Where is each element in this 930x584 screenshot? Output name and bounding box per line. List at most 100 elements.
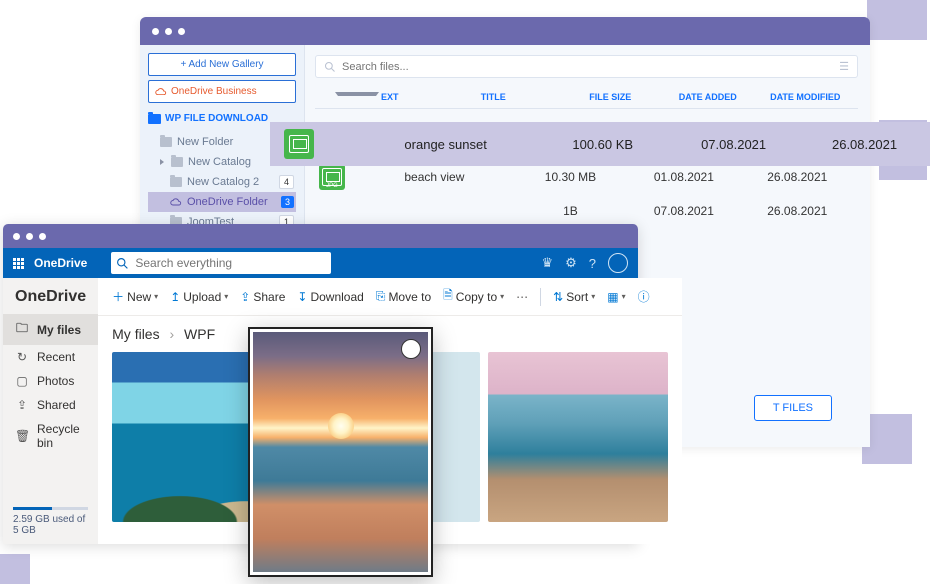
file-size: 10.30 MB	[514, 170, 627, 184]
sidebar-label: My files	[37, 323, 81, 337]
tree-badge: 3	[281, 196, 294, 208]
tree-item-onedrive-folder[interactable]: OneDrive Folder 3	[148, 192, 296, 212]
sidebar-title: OneDrive	[3, 288, 98, 314]
col-header-ext[interactable]: EXT	[381, 92, 425, 102]
info-button[interactable]: ⓘ	[634, 286, 654, 307]
onedrive-sidebar: OneDrive 🗀 My files ↻ Recent ▢ Photos ⇪ …	[3, 278, 98, 544]
storage-usage: 2.59 GB used of 5 GB	[3, 507, 98, 536]
file-modified: 26.08.2021	[741, 204, 854, 218]
breadcrumb-current: WPF	[184, 326, 215, 342]
search-files-row[interactable]: ☰	[315, 55, 858, 78]
sidebar-item-my-files[interactable]: 🗀 My files	[3, 314, 98, 345]
filter-icon[interactable]: ☰	[839, 60, 849, 73]
sort-icon: ⇅	[553, 290, 563, 304]
tree-label: New Catalog 2	[187, 176, 259, 188]
folder-icon	[170, 177, 182, 187]
chevron-down-icon: ▾	[224, 292, 228, 301]
sidebar-label: Shared	[37, 398, 76, 412]
tree-item-new-catalog-2[interactable]: New Catalog 2 4	[148, 172, 296, 192]
btn-label: Upload	[183, 290, 221, 304]
btn-label: New	[127, 290, 151, 304]
col-header-size[interactable]: FILE SIZE	[562, 92, 660, 102]
window-dot	[165, 28, 172, 35]
sort-button[interactable]: ⇅Sort▾	[549, 288, 599, 306]
download-icon: ↧	[297, 290, 307, 304]
caret-right-icon	[160, 159, 164, 165]
col-header-added[interactable]: DATE ADDED	[659, 92, 757, 102]
chevron-down-icon: ▾	[500, 292, 504, 301]
storage-bar	[13, 507, 88, 510]
sidebar-item-recycle-bin[interactable]: 🗑 Recycle bin	[3, 417, 98, 455]
cloud-icon	[170, 197, 182, 207]
window-titlebar[interactable]	[3, 224, 638, 248]
sidebar-item-recent[interactable]: ↻ Recent	[3, 345, 98, 369]
sidebar-item-shared[interactable]: ⇪ Shared	[3, 393, 98, 417]
add-new-gallery-button[interactable]: + Add New Gallery	[148, 53, 296, 76]
search-icon	[324, 61, 336, 73]
file-title: orange sunset	[354, 137, 537, 152]
search-files-input[interactable]	[342, 61, 833, 73]
file-modified: 26.08.2021	[799, 137, 930, 152]
window-titlebar[interactable]	[140, 17, 870, 45]
sidebar-item-photos[interactable]: ▢ Photos	[3, 369, 98, 393]
decoration	[0, 554, 30, 584]
file-title: beach view	[355, 170, 514, 184]
share-button[interactable]: ⇪Share	[236, 288, 289, 306]
file-added: 07.08.2021	[627, 204, 740, 218]
premium-icon[interactable]: ♛	[541, 255, 553, 271]
recent-icon: ↻	[15, 350, 29, 364]
folder-icon	[148, 114, 161, 124]
file-modified: 26.08.2021	[741, 170, 854, 184]
folder-icon	[171, 157, 183, 167]
chevron-down-icon: ▾	[622, 292, 626, 301]
search-everything-input[interactable]	[111, 252, 331, 274]
sun-icon	[328, 413, 354, 439]
breadcrumb-separator: ›	[169, 326, 174, 342]
view-button[interactable]: ▦▾	[603, 288, 629, 306]
onedrive-business-label: OneDrive Business	[171, 86, 257, 97]
wp-title-label: WP FILE DOWNLOAD	[165, 113, 268, 124]
file-row-highlighted[interactable]: orange sunset 100.60 KB 07.08.2021 26.08…	[270, 122, 930, 166]
more-actions-button[interactable]: ⋯	[512, 290, 532, 304]
new-button[interactable]: ＋New▾	[108, 286, 162, 307]
file-chip-label: JPG	[319, 183, 345, 189]
breadcrumb-root[interactable]: My files	[112, 326, 159, 342]
col-header-modified[interactable]: DATE MODIFIED	[757, 92, 855, 102]
window-dot	[13, 233, 20, 240]
btn-label: Share	[253, 290, 285, 304]
move-to-button[interactable]: ⎘Move to	[372, 287, 435, 306]
thumbnail-item[interactable]	[488, 352, 668, 522]
btn-label: Copy to	[456, 290, 497, 304]
col-header-title[interactable]: TITLE	[425, 92, 562, 102]
window-dot	[39, 233, 46, 240]
cloud-icon	[155, 88, 167, 96]
sort-caret-icon[interactable]	[335, 92, 379, 96]
settings-icon[interactable]: ⚙	[565, 255, 577, 271]
help-icon[interactable]: ?	[589, 256, 596, 271]
window-dot	[152, 28, 159, 35]
selected-image-preview[interactable]	[248, 327, 433, 577]
toolbar-separator	[540, 288, 541, 306]
copy-to-button[interactable]: 🗎Copy to▾	[439, 284, 508, 309]
upload-button[interactable]: ↥Upload▾	[166, 288, 232, 306]
select-files-button[interactable]: T FILES	[754, 395, 832, 421]
chevron-down-icon: ▾	[591, 292, 595, 301]
files-table-header: EXT TITLE FILE SIZE DATE ADDED DATE MODI…	[315, 86, 858, 109]
avatar[interactable]	[608, 253, 628, 273]
file-type-chip: JPG	[319, 164, 345, 190]
chevron-down-icon: ▾	[154, 292, 158, 301]
info-icon: ⓘ	[638, 288, 650, 305]
download-button[interactable]: ↧Download	[293, 288, 367, 306]
trash-icon: 🗑	[15, 429, 29, 443]
onedrive-business-button[interactable]: OneDrive Business	[148, 80, 296, 103]
selection-toggle[interactable]	[401, 339, 421, 359]
app-launcher-icon[interactable]	[13, 258, 24, 269]
folder-icon	[160, 137, 172, 147]
photos-icon: ▢	[15, 374, 29, 388]
file-size: 100.60 KB	[537, 137, 668, 152]
decoration	[867, 0, 927, 40]
move-icon: ⎘	[376, 289, 386, 304]
file-row[interactable]: 1B 07.08.2021 26.08.2021	[315, 197, 858, 225]
sidebar-label: Recycle bin	[37, 422, 86, 450]
onedrive-toolbar: ＋New▾ ↥Upload▾ ⇪Share ↧Download ⎘Move to…	[98, 278, 682, 316]
